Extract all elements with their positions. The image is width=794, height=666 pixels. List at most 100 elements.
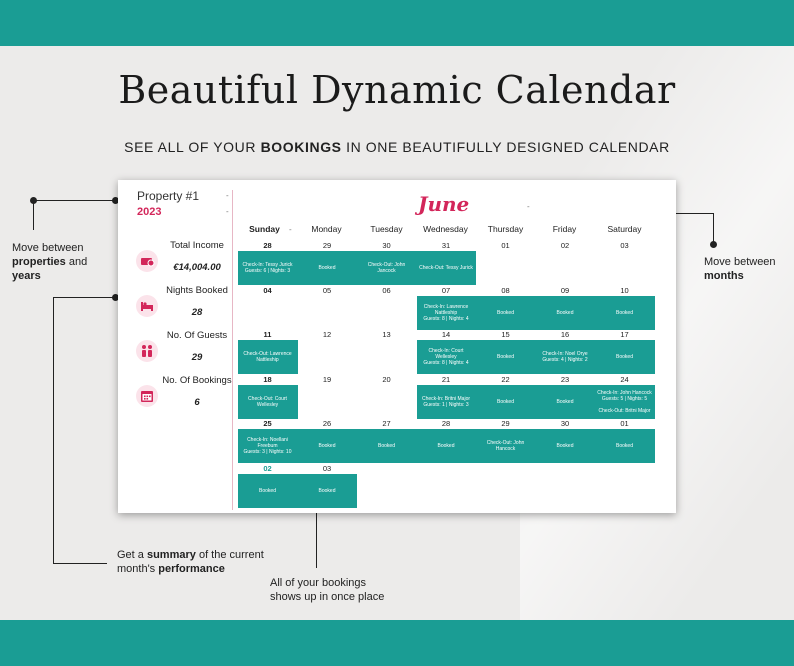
stat-value: 29 [191, 352, 203, 363]
day-number[interactable]: 30 [536, 419, 595, 428]
day-number[interactable]: 08 [476, 286, 535, 295]
weekday-header: Friday [552, 224, 577, 234]
booking-event[interactable]: Booked [298, 443, 357, 449]
weekday-header: Tuesday [370, 224, 403, 234]
booking-event[interactable]: Booked [595, 443, 654, 449]
booking-event[interactable]: Booked [536, 443, 595, 449]
booking-event[interactable]: Booked [595, 354, 654, 360]
day-number[interactable]: 21 [417, 375, 476, 384]
calendar-card: Property #1 - 2023 - Total Income €14,004… [118, 180, 676, 513]
day-number[interactable]: 06 [357, 286, 416, 295]
day-number[interactable]: 25 [238, 419, 297, 428]
stat-label: Total Income [170, 240, 224, 251]
booking-event[interactable]: Booked [476, 354, 535, 360]
day-number[interactable]: 07 [417, 286, 476, 295]
day-number[interactable]: 15 [476, 330, 535, 339]
callout-text: performance [158, 563, 225, 575]
day-number[interactable]: 02 [536, 241, 595, 250]
day-number[interactable]: 01 [476, 241, 535, 250]
day-number[interactable]: 29 [476, 419, 535, 428]
stat-value: 6 [194, 397, 200, 408]
calendar-icon [136, 385, 158, 407]
booking-event[interactable]: Booked [536, 310, 595, 316]
booking-event[interactable]: Check-In: Britni Major Guests: 1 | Night… [417, 396, 476, 408]
day-number[interactable]: 03 [298, 464, 357, 473]
booking-event[interactable]: Check-In: John Hancock Guests: 5 | Night… [595, 390, 654, 414]
weekday-header: Monday [311, 224, 342, 234]
callout-text: All of your bookings [270, 577, 366, 589]
booking-event[interactable]: Booked [476, 399, 535, 405]
month-dropdown-arrow[interactable]: - [527, 202, 530, 211]
booking-event[interactable]: Booked [298, 488, 357, 494]
day-number[interactable]: 28 [417, 419, 476, 428]
day-number[interactable]: 11 [238, 330, 297, 339]
callout-line [53, 297, 115, 298]
callout-dot [710, 241, 717, 248]
day-number[interactable]: 31 [417, 241, 476, 250]
month-title[interactable]: June [418, 192, 469, 216]
day-number[interactable]: 17 [595, 330, 654, 339]
callout-text: properties [12, 256, 66, 268]
day-number[interactable]: 26 [298, 419, 357, 428]
booking-event[interactable]: Check-Out: Court Wellesley [238, 396, 297, 408]
booking-event[interactable]: Check-In: Court Wellesley Guests: 8 | Ni… [417, 348, 476, 366]
day-number[interactable]: 29 [298, 241, 357, 250]
day-number[interactable]: 09 [536, 286, 595, 295]
weekday-header: Sunday [249, 224, 280, 234]
day-number[interactable]: 14 [417, 330, 476, 339]
day-number[interactable]: 18 [238, 375, 297, 384]
callout-text: month's [117, 563, 159, 575]
stat-label: No. Of Guests [166, 330, 228, 341]
callout-line [53, 563, 107, 564]
callout-text: shows up in once place [270, 591, 385, 603]
day-number[interactable]: 19 [298, 375, 357, 384]
day-number[interactable]: 13 [357, 330, 416, 339]
weekday-header: Thursday [487, 224, 524, 234]
day-number[interactable]: 16 [536, 330, 595, 339]
booking-event[interactable]: Booked [298, 265, 357, 271]
property-select[interactable]: Property #1 [137, 189, 199, 203]
booking-event[interactable]: Check-Out: John Jancock [357, 262, 416, 274]
day-number[interactable]: 01 [595, 419, 654, 428]
booking-event[interactable]: Booked [595, 310, 654, 316]
booking-event[interactable]: Booked [476, 310, 535, 316]
stat-label: Nights Booked [166, 285, 228, 296]
day-number[interactable]: 22 [476, 375, 535, 384]
booking-event[interactable]: Check-Out: John Hancock [476, 440, 535, 452]
day-number[interactable]: 28 [238, 241, 297, 250]
callout-text: Get a [117, 549, 147, 561]
weekday-dropdown-arrow[interactable]: - [289, 225, 292, 234]
day-number[interactable]: 30 [357, 241, 416, 250]
day-number[interactable]: 20 [357, 375, 416, 384]
day-number[interactable]: 02 [238, 464, 297, 473]
booking-event[interactable]: Booked [536, 399, 595, 405]
stat-value: 28 [191, 307, 203, 318]
booking-event[interactable]: Check-In: Tessy Jurick Guests: 6 | Night… [238, 262, 297, 274]
callout-properties: Move between properties and years [12, 241, 87, 283]
booking-event[interactable]: Check-In: Noel Orye Guests: 4 | Nights: … [536, 351, 595, 363]
day-number[interactable]: 05 [298, 286, 357, 295]
day-number[interactable]: 27 [357, 419, 416, 428]
booking-event[interactable]: Check-Out: Tessy Jurick [417, 265, 476, 271]
booking-event[interactable]: Booked [357, 443, 416, 449]
callout-line [33, 200, 116, 201]
callout-months: Move between months [704, 255, 776, 283]
weekday-header: Saturday [607, 224, 642, 234]
booking-event[interactable]: Check-Out: Lawrence Nattleship [238, 351, 297, 363]
booking-event[interactable]: Check-In: Lawrence Nattleship Guests: 8 … [417, 304, 476, 322]
stat-value: €14,004.00 [173, 262, 221, 273]
year-select[interactable]: 2023 [137, 206, 161, 218]
booking-event[interactable]: Check-In: Noellani Freebum Guests: 3 | N… [238, 437, 297, 455]
day-number[interactable]: 12 [298, 330, 357, 339]
day-number[interactable]: 04 [238, 286, 297, 295]
day-number[interactable]: 24 [595, 375, 654, 384]
booking-event[interactable]: Booked [238, 488, 297, 494]
day-number[interactable]: 10 [595, 286, 654, 295]
day-number[interactable]: 23 [536, 375, 595, 384]
subtitle-part: IN ONE BEAUTIFULLY DESIGNED CALENDAR [341, 139, 670, 155]
hero-subtitle: SEE ALL OF YOUR BOOKINGS IN ONE BEAUTIFU… [0, 139, 794, 155]
booking-event[interactable]: Booked [417, 443, 476, 449]
year-dropdown-arrow[interactable]: - [226, 207, 229, 216]
day-number[interactable]: 03 [595, 241, 654, 250]
property-dropdown-arrow[interactable]: - [226, 191, 229, 200]
